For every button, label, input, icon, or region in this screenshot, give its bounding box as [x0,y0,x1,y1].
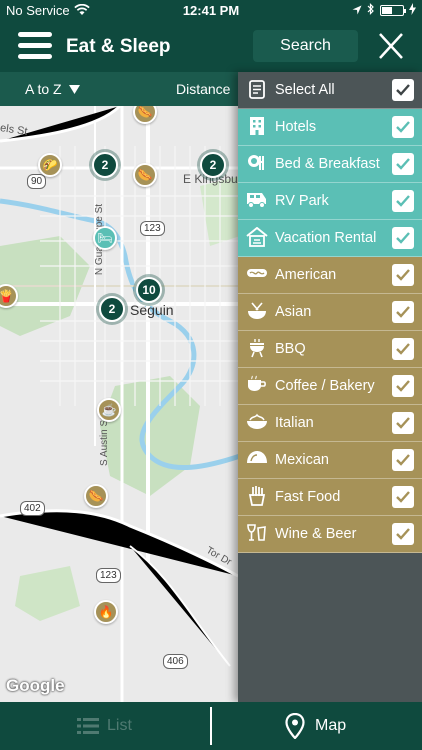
taco-marker[interactable]: 🌮 [38,153,62,177]
checkbox[interactable] [392,79,414,101]
filter-label: RV Park [275,193,329,209]
charging-bolt-icon [409,3,416,18]
coffee-marker[interactable]: ☕ [97,398,121,422]
filter-row-hotels[interactable]: Hotels [238,109,422,146]
checkbox[interactable] [392,264,414,286]
filter-panel: Select All Hotels Bed & Breakfast RV Par… [238,72,422,702]
fries-icon [246,486,268,508]
tab-map-label: Map [315,717,347,734]
pasta-icon [246,412,268,434]
bed-breakfast-marker[interactable]: 🛏 [93,226,117,250]
noodle-bowl-icon [246,301,268,323]
filter-label: Asian [275,304,312,320]
checkbox[interactable] [392,227,414,249]
map-pin-icon [285,712,305,744]
coffee-icon [246,375,268,397]
hotel-icon [246,116,268,138]
map-label-austin: S Austin St [98,417,110,466]
checkbox[interactable] [392,486,414,508]
sort-a-to-z-label: A to Z [25,81,62,97]
filter-row-mexican[interactable]: Mexican [238,442,422,479]
route-shield-123-south: 123 [96,568,121,583]
filter-label: Select All [275,82,335,98]
filter-label: Fast Food [275,489,341,505]
checkbox[interactable] [392,190,414,212]
filter-label: Wine & Beer [275,526,357,542]
filter-row-coffee-bakery[interactable]: Coffee / Bakery [238,368,422,405]
checkbox[interactable] [392,301,414,323]
checkbox[interactable] [392,449,414,471]
app-header: Eat & Sleep Search [0,22,422,72]
american-marker[interactable]: 🌭 [133,163,157,187]
tab-list-label: List [107,717,132,734]
filter-row-asian[interactable]: Asian [238,294,422,331]
filter-row-vacation-rental[interactable]: Vacation Rental [238,220,422,257]
route-shield-123-north: 123 [140,221,165,236]
tab-list[interactable]: List [0,702,210,750]
filter-row-american[interactable]: American [238,257,422,294]
caret-down-icon [65,81,81,97]
filter-row-bbq[interactable]: BBQ [238,331,422,368]
rv-icon [246,190,268,212]
checkbox[interactable] [392,338,414,360]
wine-beer-icon [246,523,268,545]
filter-label: BBQ [275,341,306,357]
location-arrow-icon [352,3,362,18]
filter-row-italian[interactable]: Italian [238,405,422,442]
checkbox[interactable] [392,153,414,175]
page-title: Eat & Sleep [66,36,171,57]
filter-label: American [275,267,337,283]
sort-a-to-z-button[interactable]: A to Z [25,81,81,97]
route-shield-90: 90 [27,174,47,189]
filter-label: Mexican [275,452,329,468]
checkbox[interactable] [392,412,414,434]
sort-distance-label: Distance [176,81,231,97]
cluster-marker[interactable]: 2 [99,296,125,322]
filter-label: Coffee / Bakery [275,378,375,394]
checkbox[interactable] [392,375,414,397]
cluster-marker[interactable]: 2 [200,152,226,178]
route-shield-402: 402 [20,501,45,516]
battery-icon [380,5,406,16]
bluetooth-icon [367,3,375,18]
status-bar: No Service 12:41 PM [0,0,422,22]
filter-row-wine-beer[interactable]: Wine & Beer [238,516,422,553]
vacation-rental-icon [246,226,268,249]
filter-label: Hotels [275,119,317,135]
tab-map[interactable]: Map [212,702,422,750]
bottom-tab-bar: List Map [0,702,422,750]
checkbox[interactable] [392,116,414,138]
filter-label: Bed & Breakfast [275,156,380,172]
filter-row-select-all[interactable]: Select All [238,72,422,109]
filter-row-bed-breakfast[interactable]: Bed & Breakfast [238,146,422,183]
filter-row-rv-park[interactable]: RV Park [238,183,422,220]
filter-label: Vacation Rental [275,230,377,246]
menu-button[interactable] [18,30,52,62]
filter-row-fast-food[interactable]: Fast Food [238,479,422,516]
bbq-marker[interactable]: 🔥 [94,600,118,624]
grill-icon [246,338,268,360]
route-shield-406: 406 [163,654,188,669]
hotdog-icon [246,264,268,286]
checkbox[interactable] [392,523,414,545]
search-button[interactable]: Search [253,30,358,62]
list-icon [77,717,99,740]
sort-distance-button[interactable]: Distance [176,81,230,97]
bed-breakfast-icon [246,153,268,175]
google-logo: Google [6,676,65,695]
close-icon[interactable] [378,32,404,60]
map-label-city: Seguin [130,302,174,318]
cluster-marker[interactable]: 2 [92,152,118,178]
cluster-marker[interactable]: 10 [136,277,162,303]
taco-icon [246,449,268,471]
clipboard-icon [246,79,268,101]
american-marker[interactable]: 🌭 [84,484,108,508]
filter-label: Italian [275,415,314,431]
